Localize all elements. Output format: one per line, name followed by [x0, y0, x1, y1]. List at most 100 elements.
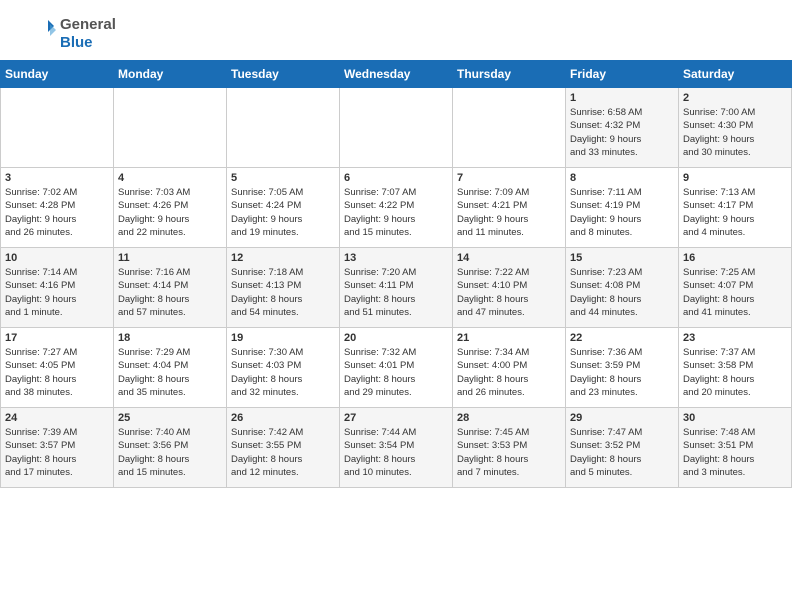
day-number: 12: [231, 252, 335, 264]
header-cell-saturday: Saturday: [679, 61, 792, 88]
day-info: Sunrise: 7:45 AM Sunset: 3:53 PM Dayligh…: [457, 426, 561, 479]
day-info: Sunrise: 7:48 AM Sunset: 3:51 PM Dayligh…: [683, 426, 787, 479]
day-info: Sunrise: 7:25 AM Sunset: 4:07 PM Dayligh…: [683, 266, 787, 319]
day-info: Sunrise: 7:13 AM Sunset: 4:17 PM Dayligh…: [683, 186, 787, 239]
day-number: 20: [344, 332, 448, 344]
day-cell: [114, 88, 227, 168]
day-cell: 5 Sunrise: 7:05 AM Sunset: 4:24 PM Daylig…: [227, 168, 340, 248]
day-info: Sunrise: 7:34 AM Sunset: 4:00 PM Dayligh…: [457, 346, 561, 399]
day-number: 17: [5, 332, 109, 344]
day-cell: 18Sunrise: 7:29 AM Sunset: 4:04 PM Dayli…: [114, 328, 227, 408]
calendar-body: 1Sunrise: 6:58 AM Sunset: 4:32 PM Daylig…: [1, 88, 792, 488]
day-cell: [1, 88, 114, 168]
day-info: Sunrise: 7:30 AM Sunset: 4:03 PM Dayligh…: [231, 346, 335, 399]
day-info: Sunrise: 7:09 AM Sunset: 4:21 PM Dayligh…: [457, 186, 561, 239]
day-number: 25: [118, 412, 222, 424]
day-info: Sunrise: 7:36 AM Sunset: 3:59 PM Dayligh…: [570, 346, 674, 399]
day-number: 27: [344, 412, 448, 424]
day-cell: 22 Sunrise: 7:36 AM Sunset: 3:59 PM Dayli…: [566, 328, 679, 408]
day-info: Sunrise: 7:11 AM Sunset: 4:19 PM Dayligh…: [570, 186, 674, 239]
day-info: Sunrise: 7:22 AM Sunset: 4:10 PM Dayligh…: [457, 266, 561, 319]
day-cell: 7 Sunrise: 7:09 AM Sunset: 4:21 PM Daylig…: [453, 168, 566, 248]
day-info: Sunrise: 6:58 AM Sunset: 4:32 PM Dayligh…: [570, 106, 674, 159]
day-number: 8: [570, 172, 674, 184]
day-cell: 14 Sunrise: 7:22 AM Sunset: 4:10 PM Dayli…: [453, 248, 566, 328]
day-cell: 3Sunrise: 7:02 AM Sunset: 4:28 PM Daylig…: [1, 168, 114, 248]
day-number: 11: [118, 252, 222, 264]
day-number: 28: [457, 412, 561, 424]
day-number: 10: [5, 252, 109, 264]
header-cell-monday: Monday: [114, 61, 227, 88]
day-info: Sunrise: 7:18 AM Sunset: 4:13 PM Dayligh…: [231, 266, 335, 319]
day-cell: 20 Sunrise: 7:32 AM Sunset: 4:01 PM Dayli…: [340, 328, 453, 408]
day-number: 21: [457, 332, 561, 344]
day-info: Sunrise: 7:29 AM Sunset: 4:04 PM Dayligh…: [118, 346, 222, 399]
day-number: 26: [231, 412, 335, 424]
day-cell: 8 Sunrise: 7:11 AM Sunset: 4:19 PM Daylig…: [566, 168, 679, 248]
day-info: Sunrise: 7:03 AM Sunset: 4:26 PM Dayligh…: [118, 186, 222, 239]
day-number: 19: [231, 332, 335, 344]
day-cell: 16Sunrise: 7:25 AM Sunset: 4:07 PM Dayli…: [679, 248, 792, 328]
day-cell: 1Sunrise: 6:58 AM Sunset: 4:32 PM Daylig…: [566, 88, 679, 168]
day-cell: [340, 88, 453, 168]
header-cell-wednesday: Wednesday: [340, 61, 453, 88]
week-row-2: 3Sunrise: 7:02 AM Sunset: 4:28 PM Daylig…: [1, 168, 792, 248]
header-cell-tuesday: Tuesday: [227, 61, 340, 88]
day-cell: 26 Sunrise: 7:42 AM Sunset: 3:55 PM Dayli…: [227, 408, 340, 488]
day-cell: 12 Sunrise: 7:18 AM Sunset: 4:13 PM Dayli…: [227, 248, 340, 328]
day-cell: 24 Sunrise: 7:39 AM Sunset: 3:57 PM Dayli…: [1, 408, 114, 488]
day-number: 7: [457, 172, 561, 184]
day-cell: 6Sunrise: 7:07 AM Sunset: 4:22 PM Daylig…: [340, 168, 453, 248]
day-cell: 25Sunrise: 7:40 AM Sunset: 3:56 PM Dayli…: [114, 408, 227, 488]
day-info: Sunrise: 7:42 AM Sunset: 3:55 PM Dayligh…: [231, 426, 335, 479]
day-number: 15: [570, 252, 674, 264]
day-number: 2: [683, 92, 787, 104]
header-cell-thursday: Thursday: [453, 61, 566, 88]
day-number: 14: [457, 252, 561, 264]
day-cell: [453, 88, 566, 168]
week-row-4: 17 Sunrise: 7:27 AM Sunset: 4:05 PM Dayli…: [1, 328, 792, 408]
day-number: 24: [5, 412, 109, 424]
day-cell: 21 Sunrise: 7:34 AM Sunset: 4:00 PM Dayli…: [453, 328, 566, 408]
day-cell: 11 Sunrise: 7:16 AM Sunset: 4:14 PM Dayli…: [114, 248, 227, 328]
day-info: Sunrise: 7:27 AM Sunset: 4:05 PM Dayligh…: [5, 346, 109, 399]
day-number: 13: [344, 252, 448, 264]
day-number: 22: [570, 332, 674, 344]
day-number: 23: [683, 332, 787, 344]
day-cell: 29Sunrise: 7:47 AM Sunset: 3:52 PM Dayli…: [566, 408, 679, 488]
calendar-header: SundayMondayTuesdayWednesdayThursdayFrid…: [1, 61, 792, 88]
header: General Blue: [0, 0, 792, 60]
day-cell: 27 Sunrise: 7:44 AM Sunset: 3:54 PM Dayli…: [340, 408, 453, 488]
day-info: Sunrise: 7:16 AM Sunset: 4:14 PM Dayligh…: [118, 266, 222, 319]
day-info: Sunrise: 7:32 AM Sunset: 4:01 PM Dayligh…: [344, 346, 448, 399]
day-info: Sunrise: 7:39 AM Sunset: 3:57 PM Dayligh…: [5, 426, 109, 479]
day-number: 9: [683, 172, 787, 184]
day-cell: 28 Sunrise: 7:45 AM Sunset: 3:53 PM Dayli…: [453, 408, 566, 488]
day-cell: 15 Sunrise: 7:23 AM Sunset: 4:08 PM Dayli…: [566, 248, 679, 328]
week-row-1: 1Sunrise: 6:58 AM Sunset: 4:32 PM Daylig…: [1, 88, 792, 168]
day-number: 5: [231, 172, 335, 184]
day-cell: 23Sunrise: 7:37 AM Sunset: 3:58 PM Dayli…: [679, 328, 792, 408]
day-cell: 19 Sunrise: 7:30 AM Sunset: 4:03 PM Dayli…: [227, 328, 340, 408]
day-cell: 13Sunrise: 7:20 AM Sunset: 4:11 PM Dayli…: [340, 248, 453, 328]
week-row-5: 24 Sunrise: 7:39 AM Sunset: 3:57 PM Dayli…: [1, 408, 792, 488]
header-cell-friday: Friday: [566, 61, 679, 88]
day-number: 3: [5, 172, 109, 184]
logo-general-text: General: [60, 16, 116, 34]
day-info: Sunrise: 7:05 AM Sunset: 4:24 PM Dayligh…: [231, 186, 335, 239]
calendar-table: SundayMondayTuesdayWednesdayThursdayFrid…: [0, 60, 792, 488]
day-cell: 30 Sunrise: 7:48 AM Sunset: 3:51 PM Dayli…: [679, 408, 792, 488]
day-number: 30: [683, 412, 787, 424]
day-info: Sunrise: 7:00 AM Sunset: 4:30 PM Dayligh…: [683, 106, 787, 159]
logo-icon: [20, 16, 56, 52]
header-cell-sunday: Sunday: [1, 61, 114, 88]
logo-blue-text: Blue: [60, 34, 116, 52]
day-info: Sunrise: 7:23 AM Sunset: 4:08 PM Dayligh…: [570, 266, 674, 319]
day-number: 4: [118, 172, 222, 184]
week-row-3: 10Sunrise: 7:14 AM Sunset: 4:16 PM Dayli…: [1, 248, 792, 328]
day-cell: [227, 88, 340, 168]
header-row: SundayMondayTuesdayWednesdayThursdayFrid…: [1, 61, 792, 88]
day-cell: 9 Sunrise: 7:13 AM Sunset: 4:17 PM Daylig…: [679, 168, 792, 248]
day-info: Sunrise: 7:44 AM Sunset: 3:54 PM Dayligh…: [344, 426, 448, 479]
logo: General Blue: [20, 16, 116, 52]
